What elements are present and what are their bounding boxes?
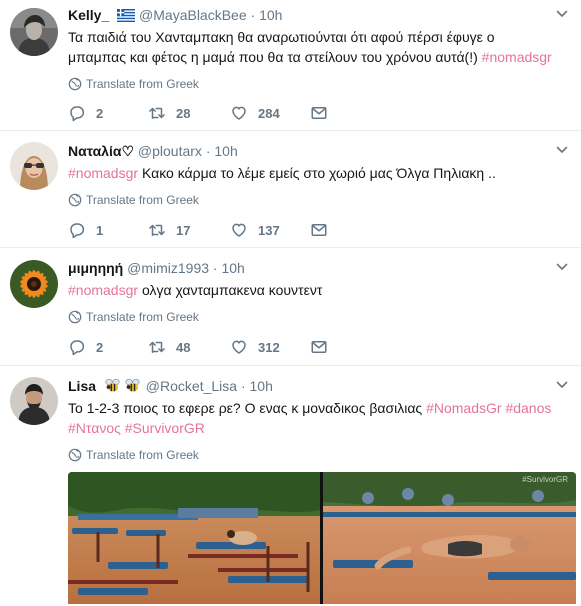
- tweet-header: Kelly_ @MayaBlackBee · 10h: [68, 5, 569, 25]
- hashtag-link[interactable]: #Ντανος: [68, 420, 121, 436]
- chevron-down-icon[interactable]: [555, 143, 569, 157]
- reply-icon: [68, 338, 86, 356]
- translate-label[interactable]: Translate from Greek: [86, 77, 199, 91]
- display-name[interactable]: μιμηηηή: [68, 260, 123, 276]
- translate-label[interactable]: Translate from Greek: [86, 310, 199, 324]
- translate-label[interactable]: Translate from Greek: [86, 448, 199, 462]
- tweet-text: Τα παιδιά του Χανταμπακη θα αναρωτιούντα…: [68, 29, 552, 65]
- hashtag-link[interactable]: #nomadsgr: [482, 49, 552, 65]
- timestamp[interactable]: 10h: [214, 143, 237, 159]
- like-button[interactable]: 284: [230, 104, 280, 124]
- reply-count: 1: [96, 223, 104, 238]
- separator: ·: [205, 143, 211, 159]
- globe-icon: [68, 193, 82, 207]
- flag-greece-icon: [117, 7, 136, 27]
- display-name[interactable]: Kelly_: [68, 7, 109, 23]
- separator: ·: [212, 260, 218, 276]
- user-handle[interactable]: @Rocket_Lisa: [146, 378, 237, 394]
- reply-icon: [68, 221, 86, 239]
- like-button[interactable]: 312: [230, 338, 280, 358]
- heart-icon: [230, 221, 248, 239]
- hashtag-link[interactable]: #nomadsgr: [68, 165, 138, 181]
- user-handle[interactable]: @mimiz1993: [127, 260, 209, 276]
- translate-link[interactable]: Translate from Greek: [68, 76, 569, 92]
- globe-icon: [68, 77, 82, 91]
- timestamp[interactable]: 10h: [259, 7, 282, 23]
- retweet-icon: [148, 104, 166, 122]
- bee-icon: [124, 377, 142, 398]
- bee-icon: [104, 377, 122, 398]
- hashtag-link[interactable]: #danos: [505, 400, 551, 416]
- chevron-down-icon[interactable]: [555, 260, 569, 274]
- tweet-text: Το 1-2-3 ποιος το εφερε ρε? Ο ενας κ μον…: [68, 400, 552, 436]
- translate-label[interactable]: Translate from Greek: [86, 193, 199, 207]
- tweet-text: #nomadsgr Κακο κάρμα το λέμε εμείς στο χ…: [68, 165, 496, 181]
- retweet-button[interactable]: 28: [148, 104, 190, 124]
- envelope-icon: [310, 221, 328, 239]
- tweet-header: Lisa @Rocket_Lisa · 10h: [68, 376, 569, 396]
- avatar[interactable]: [10, 8, 58, 56]
- retweet-icon: [148, 338, 166, 356]
- envelope-icon: [310, 104, 328, 122]
- tweet-header: μιμηηηή @mimiz1993 · 10h: [68, 258, 569, 278]
- globe-icon: [68, 310, 82, 324]
- retweet-count: 48: [176, 340, 191, 355]
- retweet-button[interactable]: 48: [148, 338, 190, 358]
- hashtag-link[interactable]: #NomadsGr: [426, 400, 501, 416]
- media-watermark: #SurvivorGR: [522, 475, 568, 484]
- retweet-button[interactable]: 17: [148, 221, 190, 241]
- retweet-icon: [148, 221, 166, 239]
- tweet[interactable]: Kelly_ @MayaBlackBee · 10h Τα παιδιά του…: [0, 0, 581, 131]
- avatar[interactable]: [10, 142, 58, 190]
- timestamp[interactable]: 10h: [221, 260, 244, 276]
- tweet[interactable]: μιμηηηή @mimiz1993 · 10h #nomadsgr ολγα …: [0, 248, 581, 366]
- like-count: 284: [258, 106, 280, 121]
- heart-icon: [230, 104, 248, 122]
- avatar[interactable]: [10, 260, 58, 308]
- reply-icon: [68, 104, 86, 122]
- message-button[interactable]: [310, 338, 338, 358]
- survivor-scene-image: #SurvivorGR: [68, 472, 576, 604]
- reply-count: 2: [96, 106, 104, 121]
- heart-icon: [230, 338, 248, 356]
- retweet-count: 28: [176, 106, 191, 121]
- tweet-text: #nomadsgr ολγα χανταμπακενα κουντεντ: [68, 282, 323, 298]
- tweet[interactable]: Ναταλία♡ @ploutarx · 10h #nomadsgr Κακο …: [0, 131, 581, 248]
- media-image[interactable]: #SurvivorGR: [68, 472, 576, 606]
- hashtag-link[interactable]: #SurvivorGR: [125, 420, 205, 436]
- timestamp[interactable]: 10h: [250, 378, 273, 394]
- tweet-header: Ναταλία♡ @ploutarx · 10h: [68, 141, 569, 161]
- hashtag-link[interactable]: #nomadsgr: [68, 282, 138, 298]
- tweet[interactable]: Lisa @Rocket_Lisa · 10h Το 1-2-3 ποιος τ…: [0, 366, 581, 604]
- avatar[interactable]: [10, 377, 58, 425]
- user-handle[interactable]: @ploutarx: [138, 143, 202, 159]
- like-count: 137: [258, 223, 280, 238]
- envelope-icon: [310, 338, 328, 356]
- translate-link[interactable]: Translate from Greek: [68, 192, 569, 208]
- reply-button[interactable]: 2: [68, 338, 103, 358]
- display-name[interactable]: Ναταλία♡: [68, 143, 134, 159]
- like-count: 312: [258, 340, 280, 355]
- reply-button[interactable]: 2: [68, 104, 103, 124]
- translate-link[interactable]: Translate from Greek: [68, 447, 569, 463]
- message-button[interactable]: [310, 221, 338, 241]
- chevron-down-icon[interactable]: [555, 7, 569, 21]
- like-button[interactable]: 137: [230, 221, 280, 241]
- globe-icon: [68, 448, 82, 462]
- reply-button[interactable]: 1: [68, 221, 103, 241]
- message-button[interactable]: [310, 104, 338, 124]
- display-name[interactable]: Lisa: [68, 378, 96, 394]
- retweet-count: 17: [176, 223, 191, 238]
- user-handle[interactable]: @MayaBlackBee: [139, 7, 247, 23]
- separator: ·: [250, 7, 256, 23]
- translate-link[interactable]: Translate from Greek: [68, 309, 569, 325]
- separator: ·: [240, 378, 246, 394]
- chevron-down-icon[interactable]: [555, 378, 569, 392]
- reply-count: 2: [96, 340, 104, 355]
